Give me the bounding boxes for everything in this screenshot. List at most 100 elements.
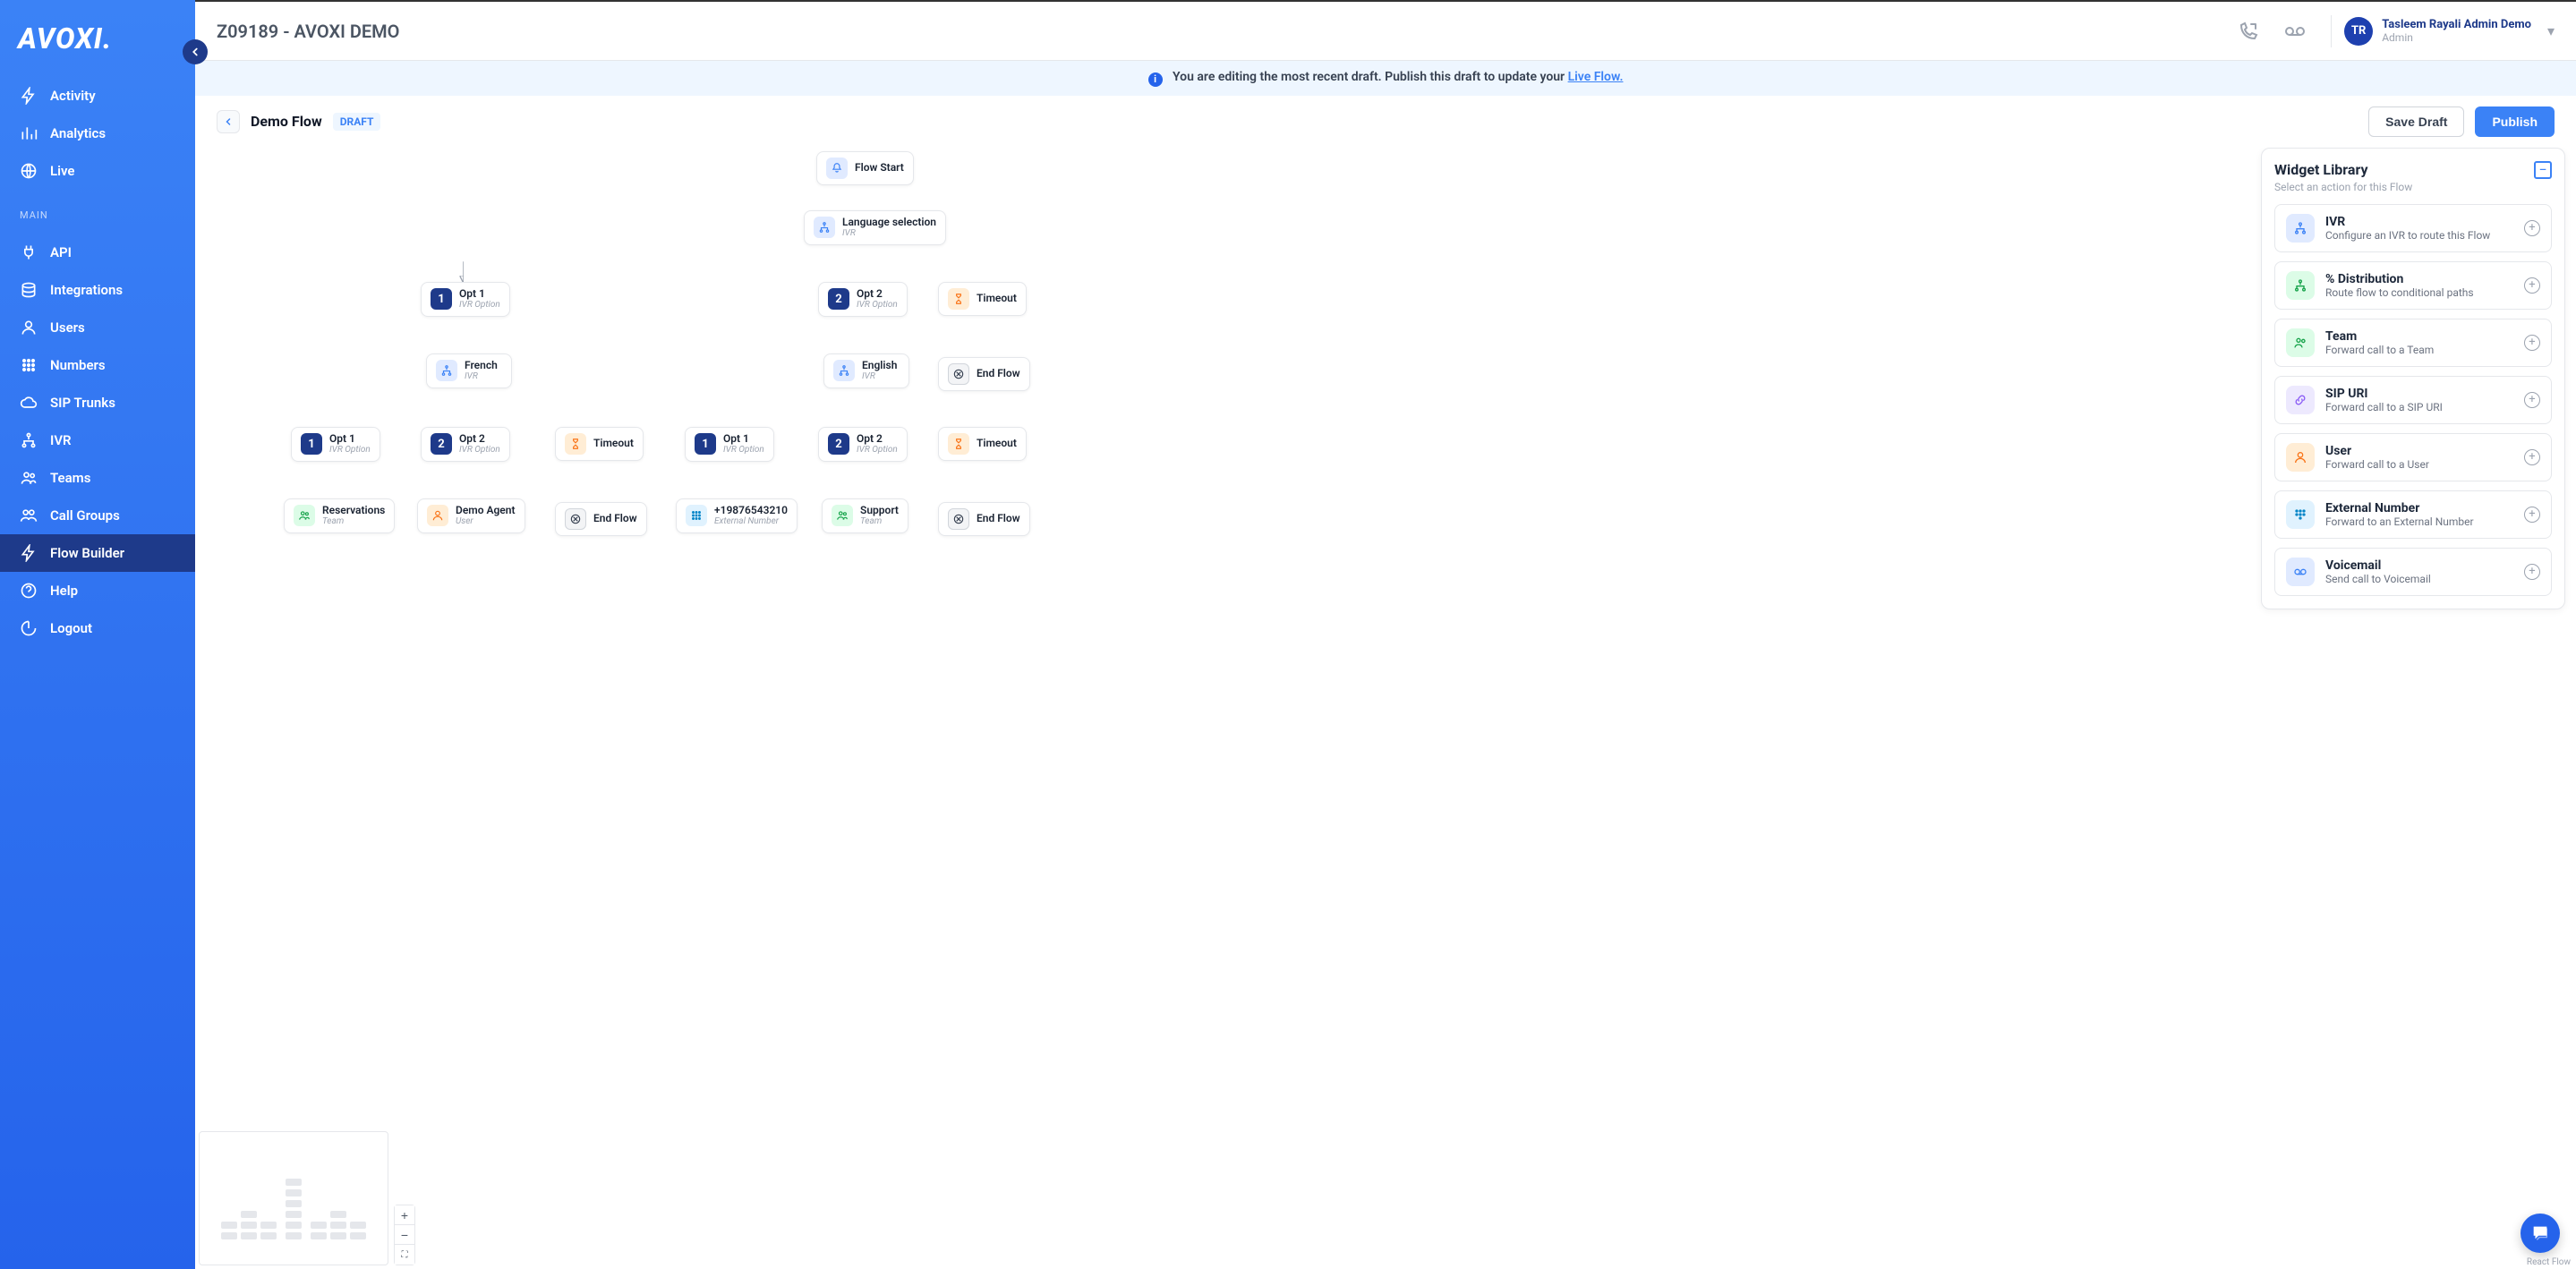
node-language-selection[interactable]: Language selectionIVR	[804, 210, 946, 245]
widget-title: SIP URI	[2325, 387, 2513, 401]
group-icon	[20, 507, 38, 524]
minimap[interactable]	[199, 1131, 388, 1265]
widget-ivr[interactable]: IVRConfigure an IVR to route this Flow+	[2274, 204, 2552, 252]
widget-icon	[2286, 500, 2315, 529]
node-english[interactable]: EnglishIVR	[823, 353, 909, 388]
voicemail-icon[interactable]	[2281, 17, 2309, 46]
widget-sip-uri[interactable]: SIP URIForward call to a SIP URI+	[2274, 376, 2552, 424]
widget-panel-title: Widget Library	[2274, 161, 2368, 178]
node-opt2-b[interactable]: 2 Opt 2IVR Option	[421, 427, 510, 462]
banner-text: You are editing the most recent draft. P…	[1173, 70, 1568, 84]
team-icon	[294, 505, 315, 526]
flow-canvas[interactable]: Flow Start Language selectionIVR 1 Opt 1…	[195, 148, 2576, 1269]
sidebar-item-call-groups[interactable]: Call Groups	[0, 497, 195, 534]
add-widget-icon[interactable]: +	[2524, 220, 2540, 236]
sidebar-item-numbers[interactable]: Numbers	[0, 346, 195, 384]
option-number-icon: 2	[431, 433, 452, 455]
node-external-number[interactable]: +19876543210External Number	[676, 498, 798, 533]
draft-badge: DRAFT	[333, 113, 381, 131]
back-button[interactable]	[217, 110, 240, 133]
sidebar-item-live[interactable]: Live	[0, 152, 195, 190]
sidebar-item-logout[interactable]: Logout	[0, 609, 195, 647]
fit-view-button[interactable]: ⛶	[395, 1245, 414, 1265]
node-end-c[interactable]: End Flow	[938, 502, 1030, 536]
dialer-icon[interactable]	[2234, 17, 2263, 46]
avatar: TR	[2344, 17, 2373, 46]
nav-section-main: MAIN	[0, 197, 195, 226]
toolbar: Demo Flow DRAFT Save Draft Publish	[195, 96, 2576, 148]
sidebar-item-users[interactable]: Users	[0, 309, 195, 346]
zoom-in-button[interactable]: +	[395, 1205, 414, 1225]
bolt-icon	[20, 87, 38, 105]
nav-label: Integrations	[50, 282, 123, 298]
bolt-icon	[20, 544, 38, 562]
sidebar-item-flow-builder[interactable]: Flow Builder	[0, 534, 195, 572]
node-timeout-c[interactable]: Timeout	[938, 427, 1027, 461]
node-french[interactable]: FrenchIVR	[426, 353, 512, 388]
node-flow-start[interactable]: Flow Start	[816, 151, 914, 185]
node-opt2-a[interactable]: 2 Opt 2IVR Option	[818, 282, 908, 317]
add-widget-icon[interactable]: +	[2524, 449, 2540, 465]
user-menu[interactable]: TR Tasleem Rayali Admin Demo Admin ▾	[2344, 17, 2555, 46]
live-flow-link[interactable]: Live Flow.	[1568, 70, 1624, 84]
widget-desc: Configure an IVR to route this Flow	[2325, 229, 2513, 242]
sidebar-item-ivr[interactable]: IVR	[0, 422, 195, 459]
ivr-icon	[814, 217, 835, 238]
sidebar-item-integrations[interactable]: Integrations	[0, 271, 195, 309]
zoom-controls: + − ⛶	[394, 1205, 415, 1265]
add-widget-icon[interactable]: +	[2524, 564, 2540, 580]
topbar: Z09189 - AVOXI DEMO TR Tasleem Rayali Ad…	[195, 2, 2576, 61]
widget-team[interactable]: TeamForward call to a Team+	[2274, 319, 2552, 367]
node-reservations[interactable]: ReservationsTeam	[284, 498, 395, 533]
widget--distribution[interactable]: % DistributionRoute flow to conditional …	[2274, 261, 2552, 310]
node-demo-agent[interactable]: Demo AgentUser	[417, 498, 525, 533]
end-icon	[565, 508, 586, 530]
react-flow-credit: React Flow	[2527, 1257, 2571, 1267]
publish-button[interactable]: Publish	[2475, 106, 2555, 137]
flow-name: Demo Flow	[251, 113, 322, 130]
node-end-b[interactable]: End Flow	[555, 502, 647, 536]
collapse-panel-button[interactable]: −	[2534, 161, 2552, 179]
team-icon	[832, 505, 853, 526]
widget-external-number[interactable]: External NumberForward to an External Nu…	[2274, 490, 2552, 539]
nav-label: Activity	[50, 88, 96, 104]
node-opt1-c[interactable]: 1 Opt 1IVR Option	[685, 427, 774, 462]
widget-user[interactable]: UserForward call to a User+	[2274, 433, 2552, 481]
add-widget-icon[interactable]: +	[2524, 335, 2540, 351]
widget-desc: Route flow to conditional paths	[2325, 286, 2513, 299]
cloud-icon	[20, 394, 38, 412]
node-opt1-b[interactable]: 1 Opt 1IVR Option	[291, 427, 380, 462]
add-widget-icon[interactable]: +	[2524, 277, 2540, 294]
node-opt2-c[interactable]: 2 Opt 2IVR Option	[818, 427, 908, 462]
draft-banner: i You are editing the most recent draft.…	[195, 61, 2576, 96]
chat-fab[interactable]	[2521, 1214, 2560, 1253]
add-widget-icon[interactable]: +	[2524, 507, 2540, 523]
option-number-icon: 2	[828, 433, 849, 455]
node-end-a[interactable]: End Flow	[938, 357, 1030, 391]
sidebar-item-activity[interactable]: Activity	[0, 77, 195, 115]
sidebar-item-help[interactable]: Help	[0, 572, 195, 609]
info-icon: i	[1148, 72, 1163, 87]
zoom-out-button[interactable]: −	[395, 1225, 414, 1245]
sidebar-item-api[interactable]: API	[0, 234, 195, 271]
user-role: Admin	[2382, 31, 2531, 44]
widget-title: % Distribution	[2325, 272, 2513, 286]
widget-icon	[2286, 271, 2315, 300]
widget-voicemail[interactable]: VoicemailSend call to Voicemail+	[2274, 548, 2552, 596]
widget-library-panel: Widget Library − Select an action for th…	[2261, 148, 2565, 609]
widget-panel-subtitle: Select an action for this Flow	[2274, 181, 2552, 193]
ivr-icon	[833, 360, 855, 381]
sidebar-item-sip-trunks[interactable]: SIP Trunks	[0, 384, 195, 422]
node-timeout-b[interactable]: Timeout	[555, 427, 644, 461]
node-support[interactable]: SupportTeam	[822, 498, 908, 533]
node-timeout-a[interactable]: Timeout	[938, 282, 1027, 316]
save-draft-button[interactable]: Save Draft	[2368, 106, 2464, 137]
add-widget-icon[interactable]: +	[2524, 392, 2540, 408]
dialpad-icon	[686, 505, 707, 526]
end-icon	[948, 508, 969, 530]
sidebar-collapse-button[interactable]	[183, 39, 208, 64]
node-opt1-a[interactable]: 1 Opt 1IVR Option	[421, 282, 510, 317]
sidebar-item-teams[interactable]: Teams	[0, 459, 195, 497]
sidebar-item-analytics[interactable]: Analytics	[0, 115, 195, 152]
widget-icon	[2286, 214, 2315, 243]
